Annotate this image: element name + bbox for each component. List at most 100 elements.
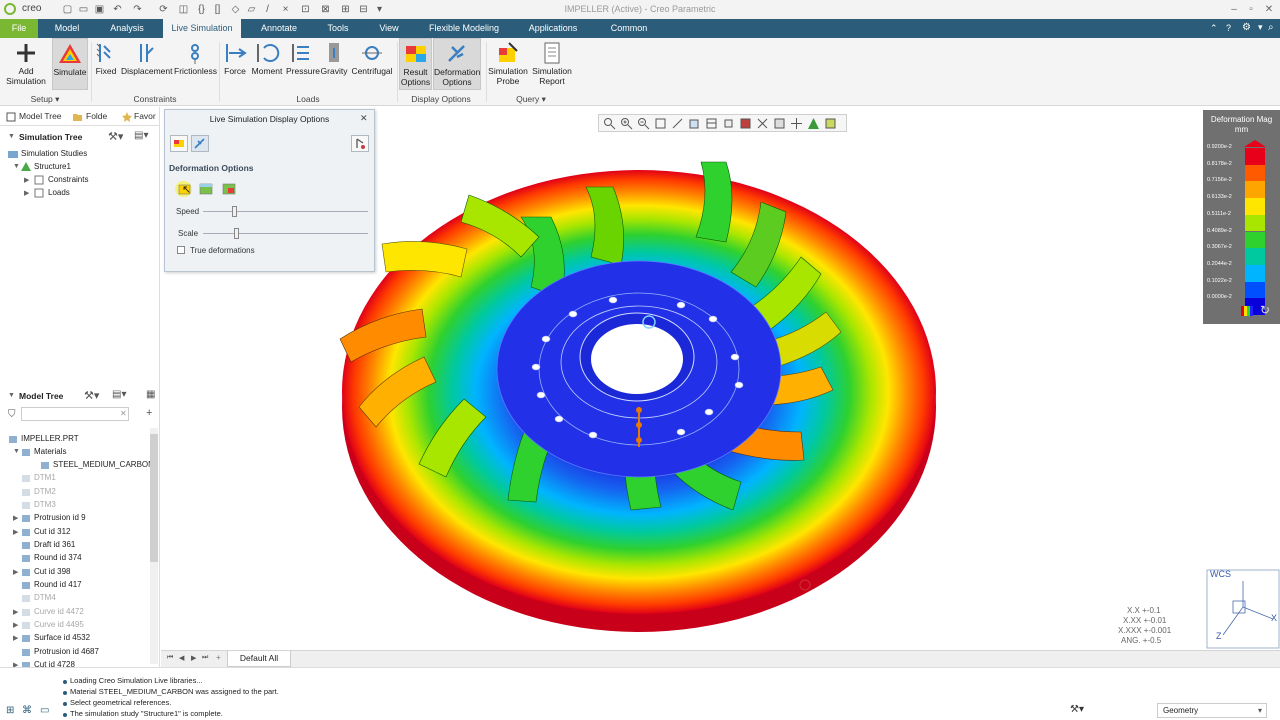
query-group-label[interactable]: Query ▾ <box>488 94 574 105</box>
tab-annotate[interactable]: Annotate <box>254 19 304 38</box>
tab-view[interactable]: View <box>370 19 408 38</box>
add-icon[interactable]: + <box>146 407 152 419</box>
panel-tab-favorites[interactable]: Favor <box>134 111 156 121</box>
tab-file[interactable]: File <box>0 19 38 38</box>
result-options-button[interactable]: Result Options <box>399 38 432 90</box>
tree-item[interactable]: Round id 417 <box>34 580 82 589</box>
help-icon[interactable]: ? <box>1226 23 1231 33</box>
deformation-options-button[interactable]: Deformation Options <box>433 38 481 90</box>
zoom-out-icon[interactable] <box>637 117 650 130</box>
annotation-display-icon[interactable] <box>773 117 786 130</box>
close-icon[interactable]: ✕ <box>1262 3 1276 16</box>
tab-tools[interactable]: Tools <box>318 19 358 38</box>
ribbon-settings-icon[interactable]: ⚙ <box>1242 22 1251 33</box>
scale-slider-thumb[interactable] <box>234 228 239 239</box>
pressure-button[interactable]: Pressure <box>286 38 320 90</box>
expand-icon[interactable]: ▶ <box>24 189 29 197</box>
tree-item[interactable]: Protrusion id 4687 <box>34 647 99 656</box>
tree-item[interactable]: DTM1 <box>34 473 56 482</box>
model-tree-tools-icon[interactable]: ⚒▾ <box>84 389 99 402</box>
add-tab-icon[interactable]: + <box>216 653 221 662</box>
tree-item[interactable]: STEEL_MEDIUM_CARBON <box>53 460 154 469</box>
expand-icon[interactable]: ▶ <box>13 528 18 536</box>
deformation-mode-2-button[interactable] <box>199 183 213 195</box>
add-simulation-button[interactable]: Add Simulation <box>3 38 49 90</box>
reorient-icon[interactable] <box>671 117 684 130</box>
tree-item-structure1[interactable]: Structure1 <box>34 162 71 171</box>
simulate-button[interactable]: Simulate <box>52 38 88 90</box>
display-style-icon[interactable] <box>739 117 752 130</box>
maximize-icon[interactable]: ▫ <box>1244 3 1258 16</box>
expand-icon[interactable]: ▶ <box>13 621 18 629</box>
expand-icon[interactable]: ▶ <box>13 514 18 522</box>
tree-item[interactable]: IMPELLER.PRT <box>21 434 79 443</box>
tree-tools-icon[interactable]: ⚒▾ <box>108 130 123 143</box>
gravity-button[interactable]: Gravity <box>320 38 348 90</box>
frictionless-button[interactable]: Frictionless <box>174 38 217 90</box>
expand-icon[interactable]: ▶ <box>13 608 18 616</box>
selection-filter-icon[interactable]: ⚒▾ <box>1070 704 1084 715</box>
displacement-button[interactable]: Displacement <box>121 38 173 90</box>
tab-live-simulation[interactable]: Live Simulation <box>163 19 241 38</box>
force-button[interactable]: Force <box>223 38 247 90</box>
scale-slider[interactable] <box>203 233 368 234</box>
simulation-probe-button[interactable]: Simulation Probe <box>488 38 528 90</box>
tree-item-loads[interactable]: Loads <box>48 188 70 197</box>
expand-icon[interactable]: ▶ <box>13 568 18 576</box>
navigator-toggle-icon[interactable]: ⊞ <box>6 705 14 716</box>
result-options-tab[interactable] <box>170 135 188 152</box>
filter-icon[interactable]: ⛉ <box>8 409 16 420</box>
prev-tab-icon[interactable]: ◀ <box>179 654 184 662</box>
model-tree-options-icon[interactable]: ▦ <box>146 389 155 400</box>
refit-icon[interactable] <box>603 117 616 130</box>
setup-group-label[interactable]: Setup ▾ <box>0 94 90 105</box>
tab-common[interactable]: Common <box>604 19 654 38</box>
full-screen-icon[interactable]: ▭ <box>40 705 49 716</box>
tree-item-simulation-studies[interactable]: Simulation Studies <box>21 149 87 158</box>
perspective-icon[interactable] <box>722 117 735 130</box>
search-icon[interactable]: ⌕ <box>1268 22 1274 33</box>
tab-model[interactable]: Model <box>46 19 88 38</box>
collapse-icon[interactable]: ▼ <box>8 392 15 399</box>
legend-color-icon[interactable] <box>1241 305 1253 317</box>
tree-item[interactable]: Materials <box>34 447 66 456</box>
tab-applications[interactable]: Applications <box>520 19 586 38</box>
model-tree-search-input[interactable] <box>21 407 129 421</box>
tree-item[interactable]: Cut id 398 <box>34 567 70 576</box>
tree-item[interactable]: Surface id 4532 <box>34 633 90 642</box>
expand-icon[interactable]: ▶ <box>13 634 18 642</box>
simulation-report-button[interactable]: Simulation Report <box>531 38 573 90</box>
tab-flexible-modeling[interactable]: Flexible Modeling <box>422 19 506 38</box>
zoom-in-icon[interactable] <box>620 117 633 130</box>
tree-item[interactable]: Cut id 312 <box>34 527 70 536</box>
scrollbar-thumb[interactable] <box>150 434 158 562</box>
first-tab-icon[interactable]: ⏮ <box>167 654 173 662</box>
deformation-display-icon[interactable] <box>824 117 837 130</box>
deformation-options-tab[interactable] <box>191 135 209 152</box>
panel-tab-model-tree[interactable]: Model Tree <box>19 111 62 121</box>
next-tab-icon[interactable]: ▶ <box>191 654 196 662</box>
last-tab-icon[interactable]: ⏭ <box>202 654 208 662</box>
view-manager-icon[interactable] <box>705 117 718 130</box>
deformation-mode-3-button[interactable] <box>222 183 236 195</box>
tree-item[interactable]: DTM4 <box>34 593 56 602</box>
model-tree-scrollbar[interactable] <box>150 428 158 664</box>
repaint-icon[interactable] <box>654 117 667 130</box>
minimize-icon[interactable]: – <box>1227 3 1241 16</box>
centrifugal-button[interactable]: Centrifugal <box>350 38 394 90</box>
tree-item[interactable]: Curve id 4495 <box>34 620 84 629</box>
expand-icon[interactable]: ▶ <box>24 176 29 184</box>
fixed-button[interactable]: Fixed <box>94 38 118 90</box>
tree-item[interactable]: Curve id 4472 <box>34 607 84 616</box>
tab-default-all[interactable]: Default All <box>227 651 291 667</box>
selection-filter-dropdown[interactable]: Geometry ▾ <box>1157 703 1267 718</box>
saved-orientations-icon[interactable] <box>688 117 701 130</box>
dialog-pin-button[interactable] <box>351 135 369 152</box>
ribbon-options-icon[interactable]: ▾ <box>1258 22 1263 33</box>
speed-slider[interactable] <box>203 211 368 212</box>
legend-reset-icon[interactable]: ↻ <box>1260 303 1270 317</box>
collapse-icon[interactable]: ▼ <box>8 133 15 140</box>
clear-search-icon[interactable]: ✕ <box>120 409 127 418</box>
collapse-icon[interactable]: ▼ <box>13 163 20 170</box>
panel-tab-folder[interactable]: Folde <box>86 111 107 121</box>
